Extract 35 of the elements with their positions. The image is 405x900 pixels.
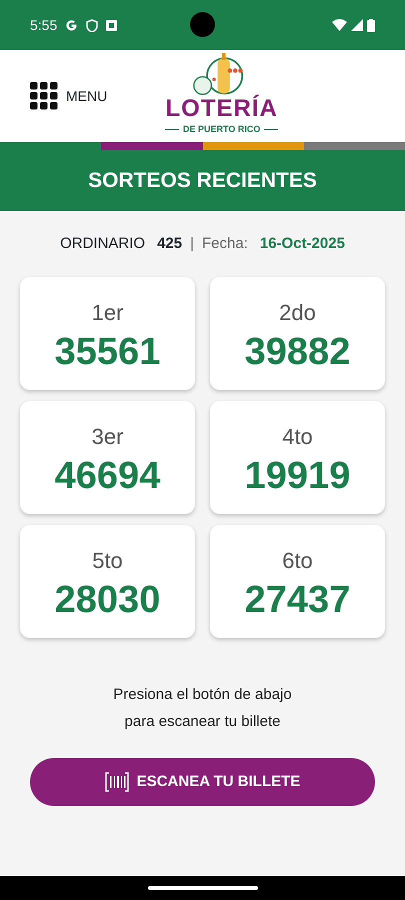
winning-number: 39882 <box>244 333 350 371</box>
winning-number: 28030 <box>54 581 160 619</box>
draw-type: ORDINARIO <box>60 234 146 254</box>
prize-place: 2do <box>279 299 316 327</box>
prize-place: 4to <box>282 423 313 451</box>
signal-icon <box>351 19 363 31</box>
winning-number: 27437 <box>244 581 350 619</box>
separator: | <box>190 234 194 254</box>
battery-icon <box>367 18 375 32</box>
page-title: SORTEOS RECIENTES <box>88 168 317 194</box>
app-icon <box>106 20 118 30</box>
shield-icon <box>86 18 98 32</box>
clock-time: 5:55 <box>30 16 58 34</box>
barcode-scan-icon <box>104 772 129 792</box>
camera-cutout <box>190 12 215 37</box>
draw-number: 425 <box>157 234 182 254</box>
winning-number: 46694 <box>54 457 160 495</box>
scan-ticket-button[interactable]: ESCANEA TU BILLETE <box>30 758 375 806</box>
wifi-icon <box>332 19 347 31</box>
date-label: Fecha: <box>202 234 248 254</box>
winning-number: 35561 <box>54 333 160 371</box>
instruction-text: Presiona el botón de abajo <box>113 685 292 705</box>
draw-date: 16-Oct-2025 <box>260 234 345 254</box>
logo-subtitle: DE PUERTO RICO <box>183 125 260 134</box>
winning-number: 19919 <box>244 457 350 495</box>
prize-place: 3er <box>92 423 124 451</box>
menu-button[interactable]: MENU <box>30 82 108 110</box>
grid-icon <box>30 82 58 110</box>
logo-title: LOTERÍA <box>166 97 278 121</box>
g-icon <box>65 18 78 32</box>
instruction-text: para escanear tu billete <box>124 712 280 732</box>
home-indicator[interactable] <box>148 886 258 890</box>
prize-place: 6to <box>282 547 313 575</box>
prize-place: 5to <box>92 547 123 575</box>
prize-place: 1er <box>92 299 124 327</box>
